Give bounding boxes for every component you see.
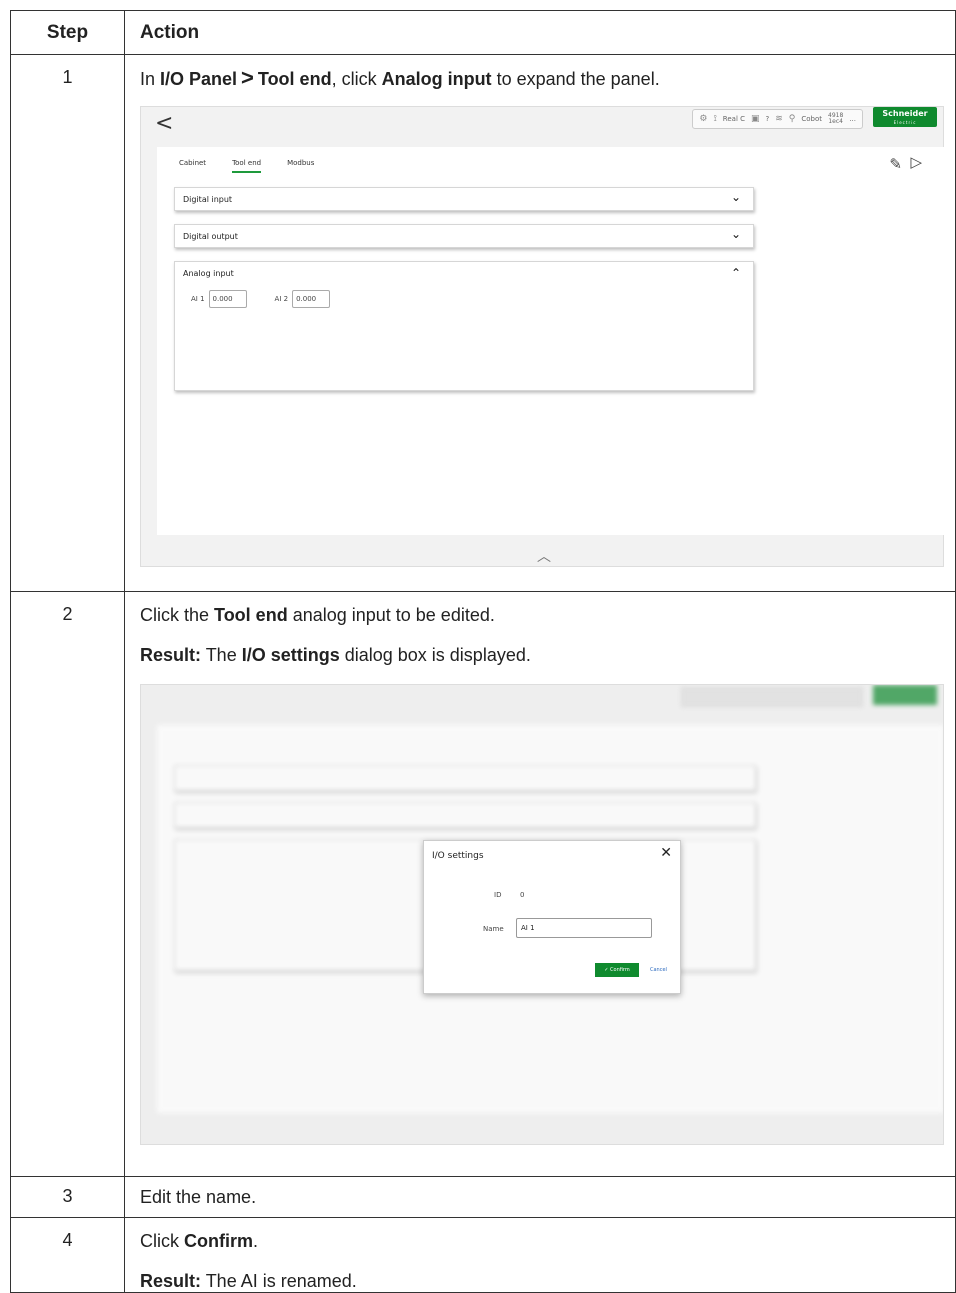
ai1-label: AI 1 [191, 295, 205, 303]
action-cell: Click Confirm. Result: The AI is renamed… [124, 1217, 956, 1293]
chevron-down-icon[interactable]: ⌄ [731, 190, 741, 204]
tab-cabinet[interactable]: Cabinet [179, 159, 206, 173]
brand-name: Schneider [882, 109, 928, 118]
id-label: ID [494, 891, 502, 899]
ui-term-tool-end: Tool end [214, 605, 288, 625]
step-result: Result: The I/O settings dialog box is d… [140, 644, 955, 666]
text-run: analog input to be edited. [287, 605, 495, 625]
ui-term-io-settings: I/O settings [241, 645, 340, 665]
step-instruction: Edit the name. [140, 1187, 257, 1207]
screenshot-io-settings-dialog: I/O settings ✕ ID 0 Name AI 1 ✓ Confirm … [140, 684, 944, 1145]
text-run: In [140, 69, 161, 89]
text-run: Click the [140, 605, 215, 625]
accordion-analog-input[interactable]: Analog input ⌃ AI 1 0.000 AI 2 0.000 [174, 261, 754, 391]
table-row: 4 Click Confirm. Result: The AI is renam… [10, 1217, 956, 1293]
status-real: Real C [722, 115, 745, 123]
header-action: Action [124, 10, 956, 55]
path-separator: > [241, 65, 254, 90]
text-run: . [253, 1231, 259, 1251]
close-icon[interactable]: ✕ [660, 845, 672, 861]
accordion-title: Analog input [183, 269, 234, 278]
result-label: Result: [140, 645, 202, 665]
text-run: dialog box is displayed. [339, 645, 531, 665]
brand-logo-blurred [873, 685, 937, 705]
text-run: , click [331, 69, 382, 89]
steps-table: Step Action 1 In I/O Panel > Tool end, cli… [10, 10, 956, 1293]
text-run: The AI is renamed. [201, 1271, 357, 1291]
action-cell: In I/O Panel > Tool end, click Analog inpu… [124, 54, 956, 592]
result-label: Result: [140, 1271, 202, 1291]
settings-icon[interactable]: ⚙ [699, 114, 707, 124]
tab-bar: Cabinet Tool end Modbus [179, 159, 314, 173]
name-label: Name [483, 925, 504, 933]
ui-term-confirm: Confirm [184, 1231, 253, 1251]
accordion-digital-output[interactable]: Digital output ⌄ [174, 224, 754, 248]
accordion-digital-input[interactable]: Digital input ⌄ [174, 187, 754, 211]
ai1-value-field[interactable]: 0.000 [208, 290, 247, 308]
brand-logo: Schneider Electric [873, 107, 937, 127]
menu-path-io-panel: I/O Panel [160, 69, 238, 89]
io-settings-dialog: I/O settings ✕ ID 0 Name AI 1 ✓ Confirm … [423, 840, 681, 994]
accordion-title: Digital input [183, 195, 233, 204]
analog-input-row: AI 1 0.000 AI 2 0.000 [191, 290, 358, 308]
cancel-button[interactable]: Cancel [650, 967, 667, 973]
tab-tool-end[interactable]: Tool end [232, 159, 262, 173]
table-row: 1 In I/O Panel > Tool end, click Analog in… [10, 54, 956, 592]
text-run: to expand the panel. [491, 69, 660, 89]
step-number: 1 [10, 54, 125, 592]
table-row: 2 Click the Tool end analog input to be … [10, 591, 956, 1177]
brand-sub: Electric [893, 120, 917, 125]
action-cell: Edit the name. [124, 1176, 956, 1218]
menu-path-tool-end: Tool end [257, 69, 332, 89]
back-arrow-icon[interactable]: < [155, 111, 173, 136]
status-counter: 4918 1ec4 [828, 113, 843, 125]
step-result: Result: The AI is renamed. [140, 1270, 955, 1292]
accordion-blurred [174, 802, 756, 828]
id-value: 0 [520, 891, 525, 899]
chevron-up-icon[interactable]: ︿ [537, 546, 551, 566]
step-instruction: Click the Tool end analog input to be ed… [140, 604, 955, 626]
ai2-value-field[interactable]: 0.000 [292, 290, 331, 308]
table-row: 3 Edit the name. [10, 1176, 956, 1218]
tab-modbus[interactable]: Modbus [287, 159, 314, 173]
chevron-up-icon[interactable]: ⌃ [731, 266, 741, 280]
step-number: 3 [10, 1176, 125, 1218]
confirm-button[interactable]: ✓ Confirm [595, 963, 639, 977]
table-header-row: Step Action [10, 10, 956, 55]
robot-arm-icon: ⟟ [713, 114, 717, 124]
cobot-icon: ⚲ [788, 114, 796, 124]
text-run: Click [140, 1231, 184, 1251]
header-step: Step [10, 10, 125, 55]
name-input[interactable]: AI 1 [516, 918, 652, 938]
status-bar: ⚙ ⟟ Real C ▣ ? ≋ ⚲ Cobot 4918 1ec4 ... [692, 109, 863, 129]
wifi-icon: ≋ [775, 114, 783, 124]
more-icon[interactable]: ... [849, 115, 856, 123]
status-cobot: Cobot [801, 115, 823, 123]
pencil-icon[interactable]: ✎ [889, 155, 902, 173]
ai2-label: AI 2 [274, 295, 289, 303]
io-panel: Cabinet Tool end Modbus ✎ ▷ Digital inpu… [157, 147, 944, 535]
step-number: 2 [10, 591, 125, 1177]
ui-term-analog-input: Analog input [381, 69, 492, 89]
step-number: 4 [10, 1217, 125, 1293]
chevron-down-icon[interactable]: ⌄ [731, 227, 741, 241]
status-bar-blurred [681, 687, 863, 707]
accordion-title: Digital output [183, 232, 238, 241]
help-icon[interactable]: ? [766, 115, 770, 123]
step-instruction: In I/O Panel > Tool end, click Analog inpu… [140, 67, 955, 90]
action-cell: Click the Tool end analog input to be ed… [124, 591, 956, 1177]
accordion-blurred [174, 765, 756, 791]
text-run: The [201, 645, 242, 665]
screenshot-io-panel: < ⚙ ⟟ Real C ▣ ? ≋ ⚲ Cobot 4918 1ec4 ... … [140, 106, 944, 567]
counter-bottom: 1ec4 [828, 118, 843, 125]
play-icon[interactable]: ▷ [910, 153, 922, 171]
clipboard-icon[interactable]: ▣ [751, 114, 760, 124]
step-instruction: Click Confirm. [140, 1230, 955, 1252]
dialog-title: I/O settings [432, 851, 484, 861]
